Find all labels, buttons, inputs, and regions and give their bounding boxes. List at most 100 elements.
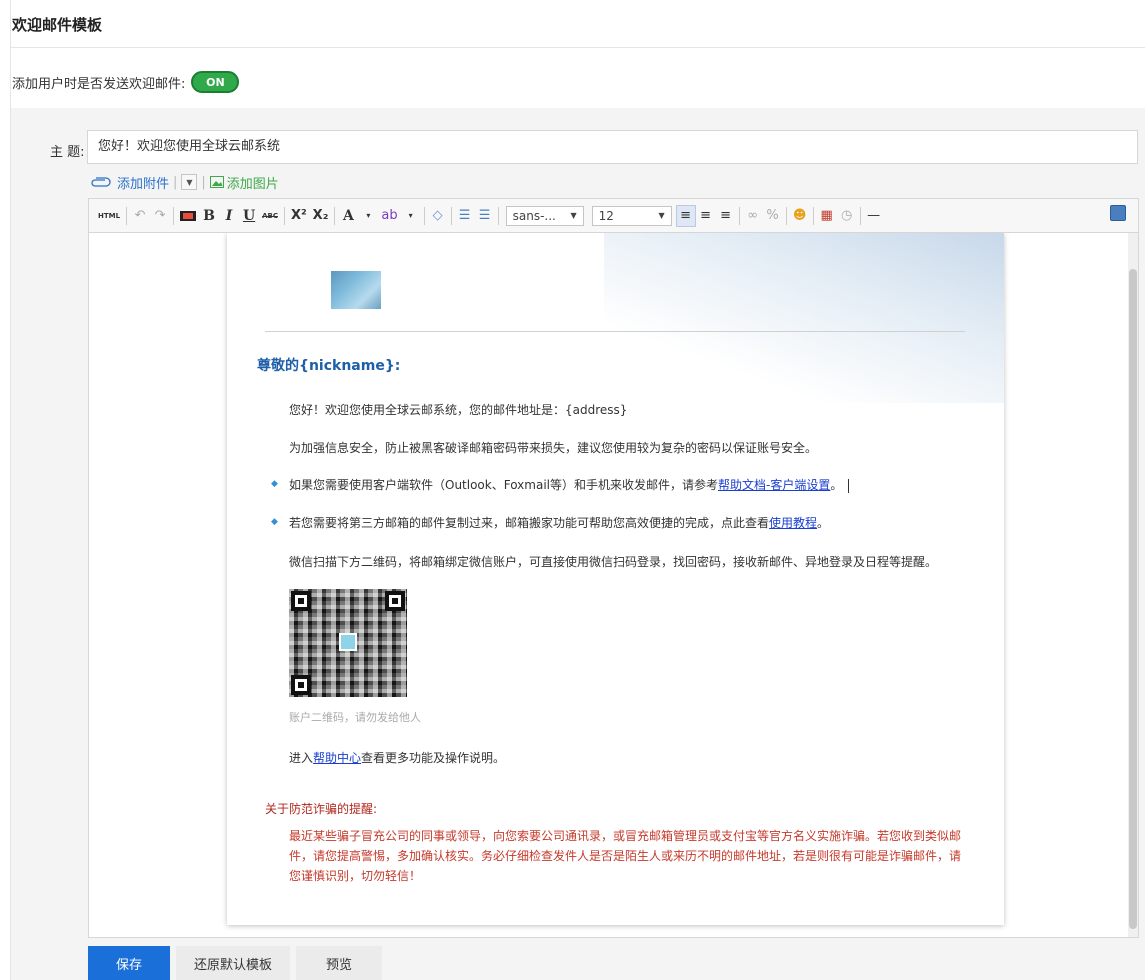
link-icon[interactable]: ∞ (743, 205, 763, 227)
font-color-button[interactable]: A (338, 205, 358, 227)
scrollbar-thumb[interactable] (1129, 269, 1137, 929)
toolbar-separator (785, 206, 787, 225)
email-line-migration: 若您需要将第三方邮箱的邮件复制过来，邮箱搬家功能可帮助您高效便捷的完成，点此查看… (289, 514, 829, 531)
calendar-icon[interactable]: ▦ (817, 205, 837, 227)
email-preview: 尊敬的{nickname}: 您好！欢迎您使用全球云邮系统，您的邮件地址是：{a… (227, 233, 1004, 925)
bold-button[interactable]: B (199, 205, 219, 227)
html-source-button[interactable]: HTML (95, 205, 123, 227)
add-attachment-label: 添加附件 (117, 176, 170, 192)
bullet-icon: ◆ (271, 517, 278, 527)
font-family-select[interactable]: sans-... ▼ (505, 205, 584, 226)
toolbar-separator (859, 206, 861, 225)
subscript-button[interactable]: X₂ (310, 205, 332, 227)
help-prefix: 进入 (289, 751, 314, 765)
align-left-icon[interactable]: ≡ (675, 204, 696, 227)
qr-center-logo (339, 633, 357, 651)
toolbar-separator (423, 206, 425, 225)
add-image-label: 添加图片 (226, 176, 279, 192)
tutorial-link[interactable]: 使用教程 (769, 516, 817, 530)
subject-input[interactable]: 您好！欢迎您使用全球云邮系统 (87, 130, 1138, 164)
unordered-list-icon[interactable]: ☰ (475, 205, 495, 227)
toolbar-separator (738, 206, 740, 225)
clock-icon[interactable]: ◷ (837, 205, 857, 227)
insert-media-button[interactable] (177, 205, 199, 227)
bullet-icon: ◆ (271, 479, 278, 489)
qr-finder-pattern (385, 591, 405, 611)
subject-label: 主 题: (50, 145, 85, 160)
toolbar-separator (450, 206, 452, 225)
toolbar-separator (283, 206, 285, 225)
action-buttons: 保存 还原默认模板 预览 (88, 946, 383, 980)
email-line-welcome: 您好！欢迎您使用全球云邮系统，您的邮件地址是：{address} (289, 403, 628, 417)
redo-icon[interactable]: ↷ (150, 205, 170, 227)
restore-default-template-button[interactable]: 还原默认模板 (176, 946, 291, 980)
image-icon (209, 176, 224, 188)
qr-caption: 账户二维码，请勿发给他人 (289, 711, 421, 724)
migration-text: 若您需要将第三方邮箱的邮件复制过来，邮箱搬家功能可帮助您高效便捷的完成，点此查看 (289, 516, 770, 530)
welcome-toggle-switch[interactable]: ON (191, 71, 240, 93)
attachment-dropdown-button[interactable]: ▼ (181, 174, 198, 190)
account-qr-code (289, 589, 407, 697)
attachment-row: 添加附件 | ▼ | 添加图片 (88, 172, 279, 192)
emoji-icon[interactable]: ☻ (790, 205, 810, 227)
separator: | (173, 174, 178, 190)
text-cursor (848, 478, 850, 493)
page-title: 欢迎邮件模板 (12, 16, 103, 34)
eraser-icon[interactable]: ◇ (428, 205, 448, 227)
paperclip-icon (91, 177, 111, 187)
chevron-down-icon: ▼ (658, 211, 665, 220)
toolbar-separator (173, 206, 175, 225)
header-divider (265, 331, 965, 332)
welcome-toggle-label: 添加用户时是否发送欢迎邮件: (12, 76, 186, 92)
horizontal-rule-icon[interactable]: — (864, 205, 884, 227)
qr-finder-pattern (291, 591, 311, 611)
add-attachment-link[interactable]: 添加附件 (88, 173, 169, 192)
underline-button[interactable]: U (239, 205, 259, 227)
preview-button[interactable]: 预览 (296, 946, 383, 980)
email-header-background (604, 233, 1004, 403)
strikethrough-button[interactable]: ABC (259, 205, 281, 227)
toolbar-separator (334, 206, 336, 225)
highlight-color-icon[interactable]: ab (378, 205, 400, 227)
save-button[interactable]: 保存 (88, 946, 170, 980)
help-suffix: 查看更多功能及操作说明。 (361, 751, 506, 765)
align-center-icon[interactable]: ≡ (696, 205, 716, 227)
email-body-editor[interactable]: 尊敬的{nickname}: 您好！欢迎您使用全球云邮系统，您的邮件地址是：{a… (88, 232, 1139, 938)
client-end: 。 (830, 478, 843, 492)
font-color-dropdown[interactable]: ▾ (358, 205, 378, 227)
separator: | (201, 174, 206, 190)
fraud-warning-body: 最近某些骗子冒充公司的同事或领导，向您索要公司通讯录，或冒充邮箱管理员或支付宝等… (289, 829, 962, 883)
unlink-icon[interactable]: % (763, 205, 783, 227)
help-center-link[interactable]: 帮助中心 (313, 751, 361, 765)
client-settings-link[interactable]: 帮助文档-客户端设置 (718, 478, 830, 492)
undo-icon[interactable]: ↶ (130, 205, 150, 227)
email-greeting: 尊敬的{nickname}: (257, 358, 401, 374)
company-logo (331, 271, 381, 309)
align-right-icon[interactable]: ≡ (716, 205, 736, 227)
media-icon (180, 210, 197, 221)
email-line-security: 为加强信息安全，防止被黑客破译邮箱密码带来损失，建议您使用较为复杂的密码以保证账… (289, 441, 818, 455)
chevron-down-icon: ▼ (570, 211, 577, 220)
email-line-client: 如果您需要使用客户端软件（Outlook、Foxmail等）和手机来收发邮件，请… (289, 476, 850, 493)
italic-button[interactable]: I (219, 205, 239, 227)
toolbar-separator (126, 206, 128, 225)
toolbar-separator (812, 206, 814, 225)
fraud-warning-title: 关于防范诈骗的提醒: (265, 802, 378, 816)
add-image-link[interactable]: 添加图片 (209, 173, 279, 192)
fullscreen-icon[interactable] (1110, 205, 1126, 221)
email-line-wechat: 微信扫描下方二维码，将邮箱绑定微信账户，可直接使用微信扫码登录，找回密码，接收新… (289, 555, 938, 569)
migration-end: 。 (817, 516, 830, 530)
qr-finder-pattern (291, 675, 311, 695)
welcome-email-template-page: 欢迎邮件模板 添加用户时是否发送欢迎邮件: ON 主 题: 您好！欢迎您使用全球… (0, 0, 1145, 980)
title-bar: 欢迎邮件模板 (10, 0, 1145, 48)
toolbar-separator (497, 206, 499, 225)
client-text: 如果您需要使用客户端软件（Outlook、Foxmail等）和手机来收发邮件，请… (289, 478, 718, 492)
ordered-list-icon[interactable]: ☰ (455, 205, 475, 227)
highlight-dropdown[interactable]: ▾ (401, 205, 421, 227)
editor-scrollbar[interactable] (1128, 233, 1138, 937)
editor-toolbar: HTML ↶ ↷ B I U ABC X² X₂ A ▾ ab ▾ ◇ ☰ ☰ … (88, 198, 1139, 232)
email-line-help: 进入帮助中心查看更多功能及操作说明。 (289, 749, 505, 766)
superscript-button[interactable]: X² (288, 205, 310, 227)
font-size-select[interactable]: 12 ▼ (591, 205, 672, 226)
font-family-value: sans-... (512, 208, 556, 223)
